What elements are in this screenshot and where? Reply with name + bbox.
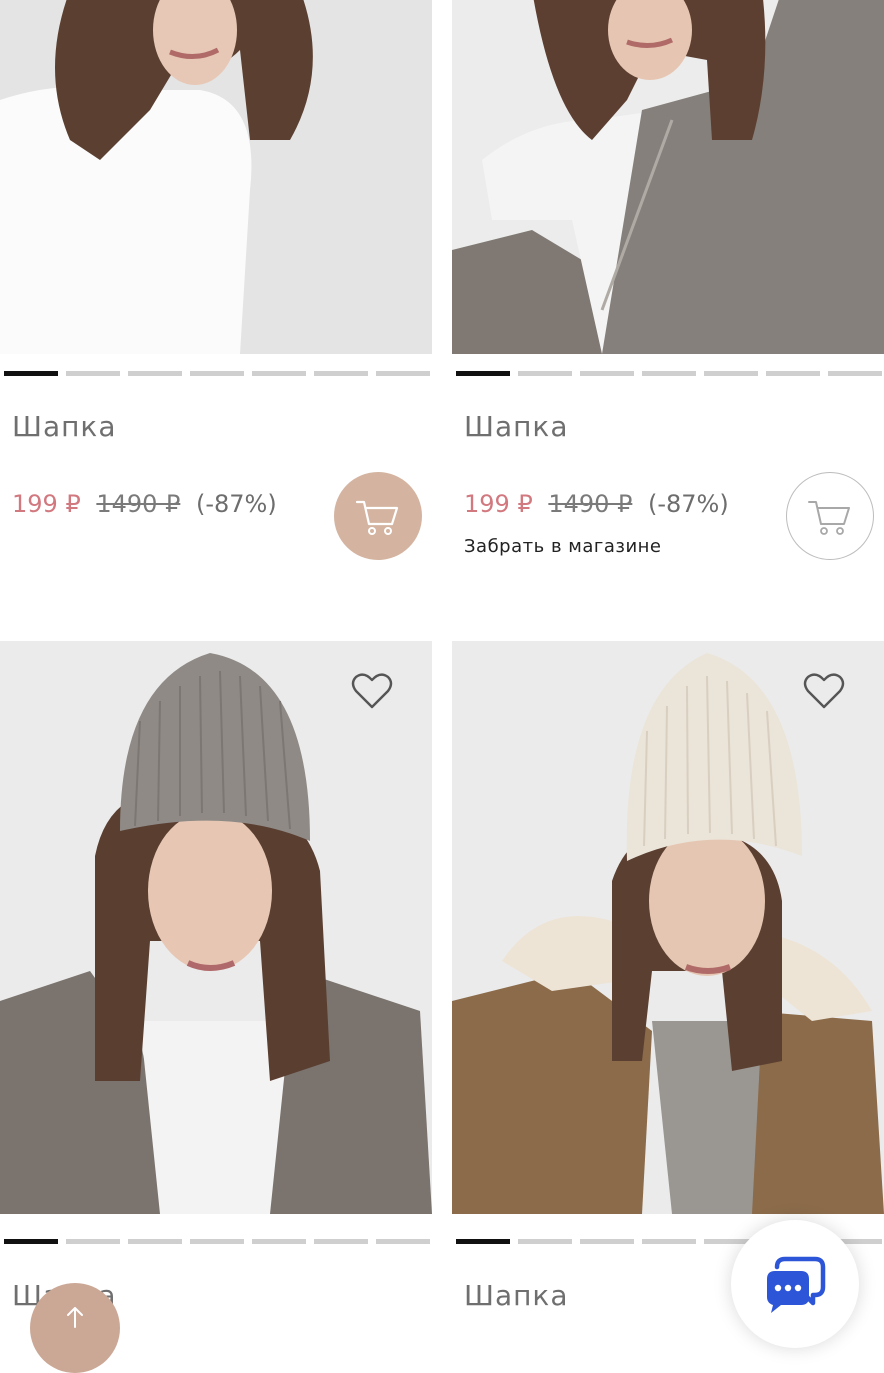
arrow-up-icon bbox=[67, 1307, 83, 1328]
slide-dot[interactable] bbox=[580, 371, 634, 376]
add-to-cart-button[interactable] bbox=[334, 472, 422, 560]
slide-dot[interactable] bbox=[642, 371, 696, 376]
cart-icon bbox=[808, 501, 850, 535]
slide-dot[interactable] bbox=[66, 1239, 120, 1244]
old-price: 1490 ₽ bbox=[96, 490, 181, 518]
product-photo[interactable] bbox=[452, 641, 884, 1214]
product-name[interactable]: Шапка bbox=[12, 410, 116, 443]
slide-dot[interactable] bbox=[128, 371, 182, 376]
slide-dot[interactable] bbox=[456, 1239, 510, 1244]
slide-dot[interactable] bbox=[314, 371, 368, 376]
slide-dot[interactable] bbox=[66, 371, 120, 376]
product-grid: Шапка 199 ₽ 1490 ₽ (-87%) Шапка 199 ₽ 14… bbox=[0, 0, 884, 1326]
slide-dot[interactable] bbox=[190, 371, 244, 376]
cart-icon bbox=[355, 500, 399, 535]
store-pickup-label: Забрать в магазине bbox=[464, 536, 662, 557]
slide-dot[interactable] bbox=[314, 1239, 368, 1244]
chat-bubble-icon bbox=[767, 1256, 826, 1313]
slide-dot[interactable] bbox=[456, 371, 510, 376]
product-photo[interactable] bbox=[0, 641, 432, 1214]
slide-dot[interactable] bbox=[252, 371, 306, 376]
slide-dot[interactable] bbox=[376, 371, 430, 376]
product-card[interactable]: Шапка 199 ₽ 1490 ₽ (-87%) Забрать в мага… bbox=[452, 0, 884, 560]
add-to-cart-button[interactable] bbox=[786, 472, 874, 560]
slide-indicator[interactable] bbox=[456, 371, 882, 376]
slide-dot[interactable] bbox=[4, 371, 58, 376]
slide-dot[interactable] bbox=[580, 1239, 634, 1244]
slide-dot[interactable] bbox=[828, 371, 882, 376]
slide-dot[interactable] bbox=[4, 1239, 58, 1244]
slide-dot[interactable] bbox=[128, 1239, 182, 1244]
heart-icon bbox=[803, 673, 845, 709]
product-photo[interactable] bbox=[0, 0, 432, 354]
product-photo[interactable] bbox=[452, 0, 884, 354]
favorite-button[interactable] bbox=[350, 671, 394, 711]
price-row: 199 ₽ 1490 ₽ (-87%) bbox=[464, 490, 729, 518]
product-card[interactable]: Шапка bbox=[0, 641, 432, 1312]
price-row: 199 ₽ 1490 ₽ (-87%) bbox=[12, 490, 277, 518]
slide-dot[interactable] bbox=[252, 1239, 306, 1244]
slide-dot[interactable] bbox=[190, 1239, 244, 1244]
product-card[interactable]: Шапка 199 ₽ 1490 ₽ (-87%) bbox=[0, 0, 432, 560]
slide-dot[interactable] bbox=[766, 371, 820, 376]
discount-label: (-87%) bbox=[195, 490, 277, 518]
sale-price: 199 ₽ bbox=[12, 490, 81, 518]
slide-dot[interactable] bbox=[376, 1239, 430, 1244]
slide-dot[interactable] bbox=[518, 1239, 572, 1244]
heart-icon bbox=[351, 673, 393, 709]
sale-price: 199 ₽ bbox=[464, 490, 533, 518]
product-name[interactable]: Шапка bbox=[464, 410, 568, 443]
slide-indicator[interactable] bbox=[4, 371, 430, 376]
slide-indicator[interactable] bbox=[4, 1239, 430, 1244]
slide-dot[interactable] bbox=[704, 371, 758, 376]
favorite-button[interactable] bbox=[802, 671, 846, 711]
product-name[interactable]: Шапка bbox=[464, 1279, 568, 1312]
chat-button[interactable] bbox=[731, 1220, 859, 1348]
slide-dot[interactable] bbox=[642, 1239, 696, 1244]
discount-label: (-87%) bbox=[647, 490, 729, 518]
slide-dot[interactable] bbox=[518, 371, 572, 376]
product-card[interactable]: Шапка bbox=[452, 641, 884, 1312]
scroll-to-top-button[interactable] bbox=[30, 1283, 120, 1373]
old-price: 1490 ₽ bbox=[548, 490, 633, 518]
